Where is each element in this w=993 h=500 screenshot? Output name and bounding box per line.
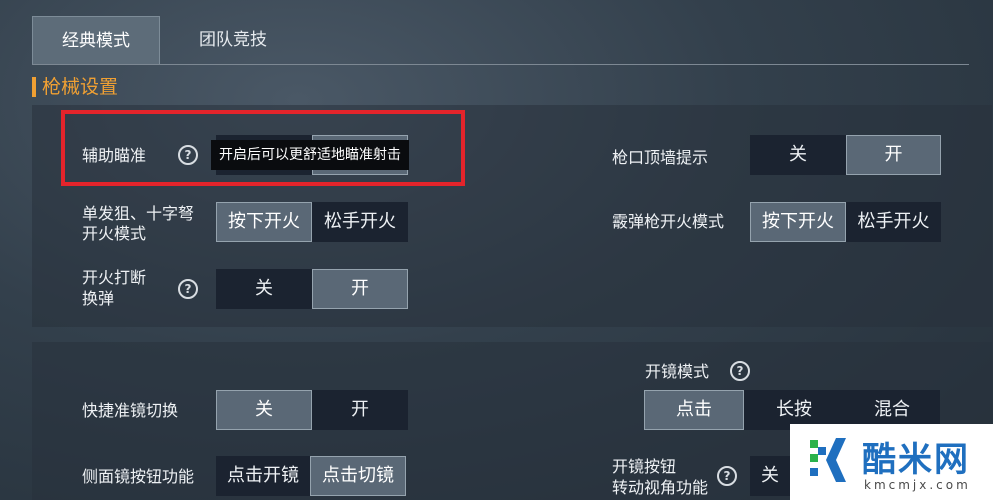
tab-team-deathmatch[interactable]: 团队竞技	[170, 16, 296, 64]
scope-view-off-button[interactable]: 关	[750, 456, 790, 496]
sniper-fire-mode-toggle: 按下开火 松手开火	[216, 202, 408, 242]
side-scope-toggle: 点击开镜 点击切镜	[216, 456, 406, 496]
shotgun-fire-mode-toggle: 按下开火 松手开火	[750, 202, 941, 242]
watermark-k-icon	[810, 438, 846, 482]
watermark-url: kmcmjx.com	[864, 478, 971, 492]
fire-interrupt-toggle: 关 开	[216, 269, 408, 309]
scope-view-label-line2: 转动视角功能	[612, 478, 709, 497]
muzzle-wall-label: 枪口顶墙提示	[612, 148, 709, 167]
shotgun-release-fire-button[interactable]: 松手开火	[846, 202, 941, 242]
sniper-fire-label-line1: 单发狙、十字弩	[82, 204, 195, 223]
quick-scope-off-button[interactable]: 关	[216, 390, 312, 430]
fire-interrupt-on-button[interactable]: 开	[312, 269, 408, 309]
section-title-weapon-settings: 枪械设置	[32, 74, 118, 100]
muzzle-wall-toggle: 关 开	[750, 135, 941, 175]
fire-interrupt-label-line2: 换弹	[82, 289, 115, 308]
watermark-logo: 酷米网 kmcmjx.com	[790, 424, 993, 500]
watermark-site-name: 酷米网	[862, 440, 970, 480]
fire-interrupt-help-icon[interactable]: ?	[178, 279, 198, 299]
shotgun-fire-label: 霰弹枪开火模式	[612, 212, 725, 231]
highlight-box	[61, 110, 465, 186]
scope-view-help-icon[interactable]: ?	[717, 466, 737, 486]
quick-scope-toggle: 关 开	[216, 390, 408, 430]
scope-mode-label: 开镜模式	[645, 362, 710, 381]
fire-interrupt-label-line1: 开火打断	[82, 268, 147, 287]
muzzle-wall-off-button[interactable]: 关	[750, 135, 846, 175]
side-scope-tap-open-button[interactable]: 点击开镜	[216, 456, 310, 496]
scope-mode-tap-button[interactable]: 点击	[644, 390, 744, 430]
side-scope-tap-switch-button[interactable]: 点击切镜	[310, 456, 406, 496]
scope-view-label-line1: 开镜按钮	[612, 457, 677, 476]
mode-tabs: 经典模式 团队竞技	[0, 0, 993, 68]
fire-interrupt-off-button[interactable]: 关	[216, 269, 312, 309]
scope-mode-help-icon[interactable]: ?	[730, 361, 750, 381]
side-scope-label: 侧面镜按钮功能	[82, 467, 195, 486]
quick-scope-on-button[interactable]: 开	[312, 390, 408, 430]
quick-scope-label: 快捷准镜切换	[82, 401, 179, 420]
tab-classic-mode[interactable]: 经典模式	[32, 16, 160, 65]
sniper-release-fire-button[interactable]: 松手开火	[312, 202, 408, 242]
scope-view-toggle: 关	[750, 456, 790, 496]
muzzle-wall-on-button[interactable]: 开	[846, 135, 941, 175]
sniper-fire-label-line2: 开火模式	[82, 224, 147, 243]
sniper-press-fire-button[interactable]: 按下开火	[216, 202, 312, 242]
tab-divider	[32, 64, 969, 65]
shotgun-press-fire-button[interactable]: 按下开火	[750, 202, 846, 242]
